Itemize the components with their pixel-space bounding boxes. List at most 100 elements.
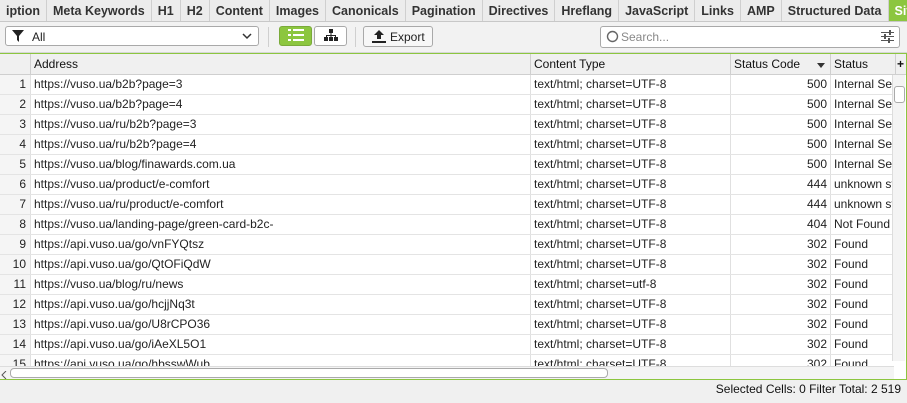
table-row[interactable]: 3 https://vuso.ua/ru/b2b?page=3 text/html;…: [0, 115, 896, 135]
status-code-cell[interactable]: 500: [731, 115, 831, 134]
row-number[interactable]: 10: [0, 255, 31, 274]
row-number[interactable]: 8: [0, 215, 31, 234]
tab-h2[interactable]: H2: [180, 0, 210, 21]
tab-iption[interactable]: iption: [0, 0, 48, 21]
tab-directives[interactable]: Directives: [482, 0, 556, 21]
status-code-cell[interactable]: 500: [731, 155, 831, 174]
status-code-cell[interactable]: 444: [731, 175, 831, 194]
address-cell[interactable]: https://vuso.ua/b2b?page=4: [31, 95, 531, 114]
row-number[interactable]: 4: [0, 135, 31, 154]
tab-links[interactable]: Links: [695, 0, 741, 21]
address-cell[interactable]: https://api.vuso.ua/go/vnFYQtsz: [31, 235, 531, 254]
table-row[interactable]: 7 https://vuso.ua/ru/product/e-comfort tex…: [0, 195, 896, 215]
tab-pagination[interactable]: Pagination: [405, 0, 483, 21]
row-number[interactable]: 11: [0, 275, 31, 294]
address-cell[interactable]: https://vuso.ua/ru/b2b?page=3: [31, 115, 531, 134]
content-type-cell[interactable]: text/html; charset=utf-8: [531, 275, 731, 294]
table-row[interactable]: 13 https://api.vuso.ua/go/U8rCPO36 text/ht…: [0, 315, 894, 335]
status-cell[interactable]: Internal Server Error: [831, 135, 896, 154]
content-type-cell[interactable]: text/html; charset=UTF-8: [531, 215, 731, 234]
horizontal-scrollbar-thumb[interactable]: [10, 368, 608, 378]
address-cell[interactable]: https://vuso.ua/ru/product/e-comfort: [31, 195, 531, 214]
address-cell[interactable]: https://api.vuso.ua/go/iAeXL5O1: [31, 335, 531, 354]
column-header-content-type[interactable]: Content Type: [531, 54, 731, 74]
tab-h1[interactable]: H1: [151, 0, 181, 21]
list-view-button[interactable]: [279, 26, 312, 46]
column-header-row-number[interactable]: [0, 54, 31, 74]
address-cell[interactable]: https://api.vuso.ua/go/QtOFiQdW: [31, 255, 531, 274]
export-button[interactable]: Export: [363, 26, 433, 47]
status-code-cell[interactable]: 302: [731, 335, 831, 354]
add-column-button[interactable]: +: [894, 54, 906, 74]
content-type-cell[interactable]: text/html; charset=UTF-8: [531, 235, 731, 254]
status-code-cell[interactable]: 500: [731, 95, 831, 114]
tab-hreflang[interactable]: Hreflang: [555, 0, 620, 21]
address-cell[interactable]: https://vuso.ua/product/e-comfort: [31, 175, 531, 194]
status-cell[interactable]: Found: [831, 295, 896, 314]
column-header-address[interactable]: Address: [31, 54, 531, 74]
content-type-cell[interactable]: text/html; charset=UTF-8: [531, 95, 731, 114]
status-cell[interactable]: unknown status: [831, 175, 896, 194]
tab-canonicals[interactable]: Canonicals: [326, 0, 406, 21]
vertical-scrollbar-thumb[interactable]: [894, 86, 905, 103]
status-cell[interactable]: Internal Server Error: [831, 95, 896, 114]
status-code-cell[interactable]: 302: [731, 255, 831, 274]
status-code-cell[interactable]: 302: [731, 275, 831, 294]
status-cell[interactable]: Found: [831, 335, 896, 354]
table-row[interactable]: 2 https://vuso.ua/b2b?page=4 text/html; ch…: [0, 95, 896, 115]
tab-images[interactable]: Images: [269, 0, 326, 21]
status-code-cell[interactable]: 302: [731, 315, 831, 334]
tree-view-button[interactable]: [314, 26, 347, 46]
row-number[interactable]: 9: [0, 235, 31, 254]
content-type-cell[interactable]: text/html; charset=UTF-8: [531, 255, 731, 274]
address-cell[interactable]: https://vuso.ua/ru/b2b?page=4: [31, 135, 531, 154]
content-type-cell[interactable]: text/html; charset=UTF-8: [531, 195, 731, 214]
search-input[interactable]: [621, 29, 871, 45]
status-code-cell[interactable]: 500: [731, 135, 831, 154]
address-cell[interactable]: https://vuso.ua/b2b?page=3: [31, 75, 531, 94]
row-number[interactable]: 6: [0, 175, 31, 194]
horizontal-scrollbar[interactable]: [0, 366, 894, 379]
tab-amp[interactable]: AMP: [740, 0, 782, 21]
row-number[interactable]: 7: [0, 195, 31, 214]
status-code-cell[interactable]: 444: [731, 195, 831, 214]
address-cell[interactable]: https://api.vuso.ua/go/hcjjNq3t: [31, 295, 531, 314]
status-code-cell[interactable]: 302: [731, 235, 831, 254]
vertical-scrollbar[interactable]: [892, 75, 905, 361]
content-type-cell[interactable]: text/html; charset=UTF-8: [531, 295, 731, 314]
address-cell[interactable]: https://vuso.ua/landing-page/green-card-…: [31, 215, 531, 234]
content-type-cell[interactable]: text/html; charset=UTF-8: [531, 315, 731, 334]
table-row[interactable]: 14 https://api.vuso.ua/go/iAeXL5O1 text/ht…: [0, 335, 894, 355]
status-code-cell[interactable]: 302: [731, 295, 831, 314]
tab-structured-data[interactable]: Structured Data: [781, 0, 889, 21]
status-cell[interactable]: Internal Server Error: [831, 75, 896, 94]
table-row[interactable]: 12 https://api.vuso.ua/go/hcjjNq3t text/ht…: [0, 295, 894, 315]
content-type-cell[interactable]: text/html; charset=UTF-8: [531, 135, 731, 154]
status-cell[interactable]: Internal Server Error: [831, 155, 896, 174]
tab-javascript[interactable]: JavaScript: [619, 0, 696, 21]
row-number[interactable]: 13: [0, 315, 31, 334]
row-number[interactable]: 2: [0, 95, 31, 114]
chevron-left-icon[interactable]: [1, 368, 7, 379]
row-number[interactable]: 1: [0, 75, 31, 94]
status-cell[interactable]: Found: [831, 275, 896, 294]
row-number[interactable]: 5: [0, 155, 31, 174]
status-cell[interactable]: unknown status: [831, 195, 896, 214]
status-cell[interactable]: Found: [831, 255, 896, 274]
content-type-cell[interactable]: text/html; charset=UTF-8: [531, 155, 731, 174]
tab-sitemaps[interactable]: Sitemaps: [888, 0, 907, 21]
row-number[interactable]: 12: [0, 295, 31, 314]
content-type-cell[interactable]: text/html; charset=UTF-8: [531, 75, 731, 94]
table-row[interactable]: 8 https://vuso.ua/landing-page/green-card…: [0, 215, 894, 235]
table-row[interactable]: 1 https://vuso.ua/b2b?page=3 text/html; ch…: [0, 75, 896, 95]
status-cell[interactable]: Not Found: [831, 215, 896, 234]
tab-content[interactable]: Content: [209, 0, 270, 21]
content-type-cell[interactable]: text/html; charset=UTF-8: [531, 175, 731, 194]
status-code-cell[interactable]: 404: [731, 215, 831, 234]
address-cell[interactable]: https://api.vuso.ua/go/U8rCPO36: [31, 315, 531, 334]
status-cell[interactable]: Internal Server Error: [831, 115, 896, 134]
address-cell[interactable]: https://vuso.ua/blog/ru/news: [31, 275, 531, 294]
filter-dropdown[interactable]: All: [5, 26, 259, 46]
column-header-status[interactable]: Status: [831, 54, 896, 74]
row-number[interactable]: 14: [0, 335, 31, 354]
